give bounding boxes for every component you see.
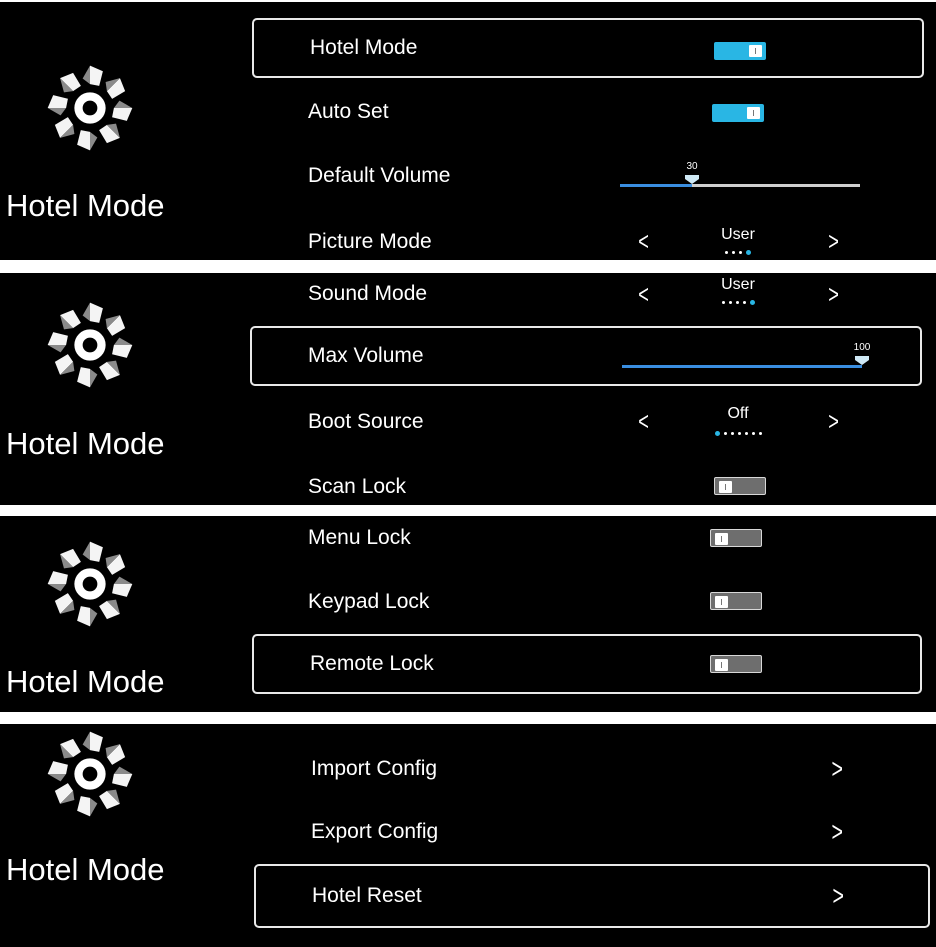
hotel-reset-label: Hotel Reset — [312, 884, 422, 907]
max-volume-fill — [622, 365, 862, 368]
boot-source-row[interactable]: Boot Source < Off > — [252, 392, 924, 452]
remote-lock-toggle[interactable] — [710, 655, 762, 673]
keypad-lock-label: Keypad Lock — [308, 590, 430, 613]
auto-set-row[interactable]: Auto Set — [252, 82, 924, 142]
option-dot — [732, 251, 735, 254]
default-volume-row[interactable]: Default Volume 30 — [252, 146, 924, 206]
option-dot — [737, 432, 741, 435]
boot-source-dots — [698, 431, 778, 436]
picture-mode-prev-arrow[interactable]: < — [638, 228, 649, 254]
keypad-lock-row[interactable]: Keypad Lock — [252, 572, 924, 632]
picture-mode-value: User — [721, 226, 755, 243]
panel-hotel-mode-3: Hotel Mode Menu Lock Keypad Lock Remote … — [0, 516, 936, 712]
export-config-chevron-right-icon[interactable]: > — [831, 816, 842, 848]
option-dot — [728, 301, 732, 304]
import-config-row[interactable]: Import Config > — [255, 739, 927, 799]
remote-lock-label: Remote Lock — [310, 652, 434, 675]
picture-mode-label: Picture Mode — [308, 230, 432, 253]
default-volume-slider[interactable]: 30 — [620, 161, 860, 187]
option-dot — [735, 301, 739, 304]
side-title: Hotel Mode — [6, 852, 165, 887]
export-config-row[interactable]: Export Config > — [255, 802, 927, 862]
option-dot — [730, 432, 734, 435]
hotel-mode-row[interactable]: Hotel Mode — [252, 18, 924, 78]
auto-set-label: Auto Set — [308, 100, 389, 123]
default-volume-label: Default Volume — [308, 164, 451, 187]
sound-mode-label: Sound Mode — [308, 282, 428, 305]
scan-lock-row[interactable]: Scan Lock — [252, 457, 924, 505]
hotel-mode-toggle[interactable] — [714, 42, 766, 60]
option-dot — [739, 251, 742, 254]
gear-icon — [47, 65, 133, 151]
import-config-chevron-right-icon[interactable]: > — [831, 753, 842, 785]
gear-icon — [47, 302, 133, 388]
option-dot — [749, 300, 755, 305]
sound-mode-next-arrow[interactable]: > — [828, 281, 839, 307]
panel-hotel-mode-1: Hotel Mode Hotel Mode Auto Set Default V… — [0, 2, 936, 260]
picture-mode-next-arrow[interactable]: > — [828, 228, 839, 254]
gear-icon — [47, 731, 133, 817]
menu-lock-label: Menu Lock — [308, 526, 411, 549]
hotel-reset-row[interactable]: Hotel Reset > — [254, 864, 930, 928]
default-volume-thumb[interactable] — [685, 175, 699, 184]
max-volume-value: 100 — [853, 342, 871, 353]
gear-icon — [47, 541, 133, 627]
picture-mode-row[interactable]: Picture Mode < User > — [252, 210, 924, 260]
menu-lock-row[interactable]: Menu Lock — [252, 516, 924, 569]
max-volume-label: Max Volume — [308, 344, 424, 367]
option-dot — [742, 301, 746, 304]
sound-mode-prev-arrow[interactable]: < — [638, 281, 649, 307]
option-dot — [721, 301, 725, 304]
option-dot — [751, 432, 755, 435]
option-dot — [725, 251, 728, 254]
boot-source-next-arrow[interactable]: > — [828, 408, 839, 434]
max-volume-row[interactable]: Max Volume 100 — [250, 326, 922, 386]
option-dot — [744, 432, 748, 435]
scan-lock-label: Scan Lock — [308, 475, 407, 498]
boot-source-label: Boot Source — [308, 410, 424, 433]
auto-set-toggle[interactable] — [712, 104, 764, 122]
menu-lock-toggle[interactable] — [710, 529, 762, 547]
import-config-label: Import Config — [311, 757, 438, 780]
default-volume-value: 30 — [686, 161, 698, 172]
side-title: Hotel Mode — [6, 188, 165, 223]
option-dot — [746, 250, 751, 255]
sound-mode-dots — [698, 300, 778, 305]
keypad-lock-toggle[interactable] — [710, 592, 762, 610]
remote-lock-row[interactable]: Remote Lock — [252, 634, 922, 694]
max-volume-slider[interactable]: 100 — [622, 342, 870, 368]
option-dot — [758, 432, 762, 435]
hotel-mode-label: Hotel Mode — [310, 36, 418, 59]
scan-lock-toggle[interactable] — [714, 477, 766, 495]
option-dot — [714, 431, 720, 436]
max-volume-thumb[interactable] — [855, 356, 869, 365]
panel-hotel-mode-2: Hotel Mode Sound Mode < User > Max Volum… — [0, 273, 936, 505]
boot-source-prev-arrow[interactable]: < — [638, 408, 649, 434]
picture-mode-dots — [698, 250, 778, 255]
panel-hotel-mode-4: Hotel Mode Import Config > Export Config… — [0, 724, 936, 947]
side-title: Hotel Mode — [6, 426, 165, 461]
export-config-label: Export Config — [311, 820, 439, 843]
side-title: Hotel Mode — [6, 664, 165, 699]
sound-mode-value: User — [721, 276, 755, 293]
boot-source-value: Off — [727, 405, 749, 422]
option-dot — [723, 432, 727, 435]
default-volume-fill — [620, 184, 692, 187]
hotel-reset-chevron-right-icon[interactable]: > — [832, 880, 843, 912]
sound-mode-row[interactable]: Sound Mode < User > — [252, 273, 924, 323]
